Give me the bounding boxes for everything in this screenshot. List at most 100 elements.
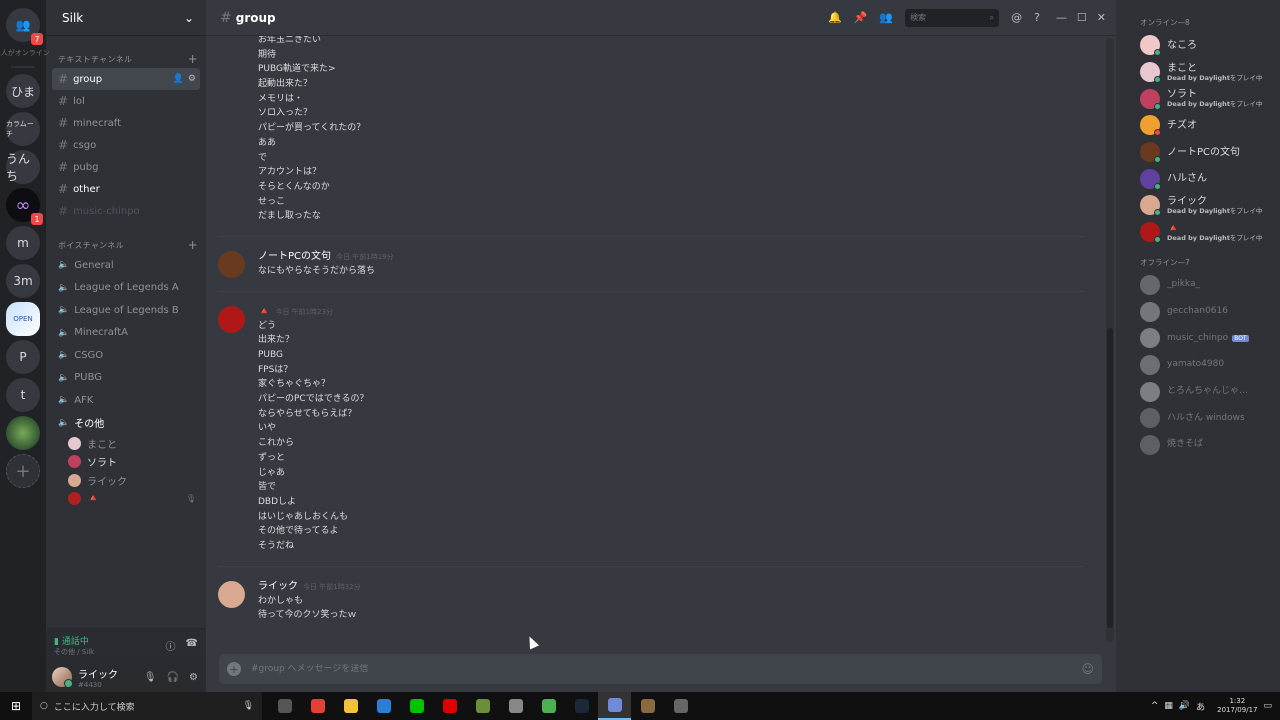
app-green-icon[interactable]	[532, 692, 565, 720]
pin-icon[interactable]: 📌	[854, 11, 868, 24]
member-item[interactable]: まこと Dead by Daylightをプレイ中	[1116, 59, 1280, 86]
taskbar-search[interactable]: ○ ここに入力して検索 🎙	[32, 692, 262, 720]
members-icon[interactable]: 👥	[879, 11, 893, 24]
voice-channel[interactable]: 🔈 PUBG	[52, 367, 200, 390]
member-item[interactable]: gecchan0616	[1116, 298, 1280, 325]
windows-start-icon[interactable]: ⊞	[0, 692, 32, 720]
member-item[interactable]: とろんちゃんじゃ…	[1116, 378, 1280, 405]
voice-user[interactable]: 🔺 🎙	[46, 490, 206, 509]
volume-icon[interactable]: 🔊	[1179, 701, 1190, 711]
server-icon[interactable]: t	[6, 378, 40, 412]
member-item[interactable]: ソラト Dead by Daylightをプレイ中	[1116, 85, 1280, 112]
voice-channel[interactable]: 🔈 その他	[52, 412, 200, 435]
voice-channel[interactable]: 🔈 League of Legends B	[52, 299, 200, 322]
chevron-down-icon[interactable]: ⌄	[184, 11, 194, 25]
search-input[interactable]: 検索 ⌕	[905, 8, 1000, 27]
member-item[interactable]: ハルさん	[1116, 165, 1280, 192]
voice-channel[interactable]: 🔈 General	[52, 254, 200, 277]
message-author[interactable]: 🔺 今日 午前1時23分	[258, 304, 1094, 319]
minecraft-icon[interactable]	[466, 692, 499, 720]
headphones-icon[interactable]: 🎧	[167, 672, 179, 683]
tray-chevron-icon[interactable]: ^	[1151, 701, 1159, 711]
info-icon[interactable]: ⓘ	[166, 638, 176, 653]
ime-indicator[interactable]: あ	[1196, 700, 1205, 713]
network-icon[interactable]: ▦	[1164, 701, 1173, 711]
server-icon[interactable]: ひま	[6, 74, 40, 108]
channel-csgo[interactable]: # csgo	[52, 134, 200, 156]
member-item[interactable]: music_chinpo BOT	[1116, 325, 1280, 352]
avatar[interactable]	[218, 580, 245, 608]
notification-icon[interactable]: ▭	[1263, 701, 1272, 711]
channel-other[interactable]: # other	[52, 178, 200, 200]
scrollbar[interactable]	[1106, 38, 1114, 642]
app-gray-icon[interactable]	[664, 692, 697, 720]
gear-icon[interactable]: ⚙	[188, 74, 196, 84]
message-input[interactable]	[251, 664, 1082, 674]
category-voice[interactable]: ボイスチャンネル +	[46, 236, 206, 254]
task-view-icon[interactable]	[268, 692, 301, 720]
avatar[interactable]	[52, 667, 73, 688]
channel-music-chinpo[interactable]: # music-chinpo	[52, 200, 200, 222]
server-icon[interactable]: カラムーチ	[6, 112, 40, 146]
emoji-icon[interactable]: ☺	[1081, 662, 1094, 676]
line-icon[interactable]	[400, 692, 433, 720]
message-author[interactable]: ノートPCの文句 今日 午前1時19分	[258, 249, 1094, 264]
voice-channel[interactable]: 🔈 CSGO	[52, 344, 200, 367]
maximize-icon[interactable]: ☐	[1077, 11, 1087, 24]
voice-channel[interactable]: 🔈 MinecraftA	[52, 322, 200, 345]
microphone-icon[interactable]: 🎙	[243, 701, 254, 711]
explorer-icon[interactable]	[334, 692, 367, 720]
server-icon[interactable]: m	[6, 226, 40, 260]
member-item[interactable]: なころ	[1116, 32, 1280, 59]
voice-channel[interactable]: 🔈 League of Legends A	[52, 277, 200, 300]
voice-state[interactable]: ▮ 通話中	[54, 634, 166, 647]
server-icon[interactable]: 3m	[6, 264, 40, 298]
scrollbar-thumb[interactable]	[1107, 328, 1113, 628]
server-icon[interactable]: OPEN	[6, 302, 40, 336]
avatar[interactable]	[218, 250, 245, 278]
member-item[interactable]: 🔺 Dead by Daylightをプレイ中	[1116, 219, 1280, 246]
discord-icon[interactable]	[598, 692, 631, 720]
app-diamond-icon[interactable]	[499, 692, 532, 720]
server-icon[interactable]: うんち	[6, 150, 40, 184]
minimize-icon[interactable]: —	[1056, 11, 1067, 24]
avatar[interactable]	[218, 305, 245, 333]
close-icon[interactable]: ✕	[1097, 11, 1106, 24]
channel-pubg[interactable]: # pubg	[52, 156, 200, 178]
clock[interactable]: 1:32 2017/09/17	[1217, 697, 1257, 715]
steam-icon[interactable]	[565, 692, 598, 720]
channel-group[interactable]: # group 👤 ⚙	[52, 68, 200, 90]
friends-home-button[interactable]: 👥 7	[6, 8, 43, 45]
add-channel-icon[interactable]: +	[188, 238, 198, 252]
member-item[interactable]: ハルさん windows	[1116, 405, 1280, 432]
add-server-button[interactable]: +	[6, 454, 40, 488]
invite-icon[interactable]: 👤	[173, 74, 184, 84]
member-item[interactable]: 焼きそば	[1116, 432, 1280, 459]
member-item[interactable]: ノートPCの文句	[1116, 139, 1280, 166]
app-brown-icon[interactable]	[631, 692, 664, 720]
server-icon[interactable]: ∞ 1	[6, 188, 43, 225]
voice-user[interactable]: ライック	[46, 471, 206, 490]
disconnect-icon[interactable]: ☎	[186, 638, 198, 653]
voice-channel[interactable]: 🔈 AFK	[52, 389, 200, 412]
help-icon[interactable]: ?	[1034, 11, 1040, 24]
server-icon[interactable]: P	[6, 340, 40, 374]
member-item[interactable]: ライック Dead by Daylightをプレイ中	[1116, 192, 1280, 219]
member-item[interactable]: yamato4980	[1116, 352, 1280, 379]
channel-minecraft[interactable]: # minecraft	[52, 112, 200, 134]
guild-header[interactable]: Silk ⌄	[46, 0, 206, 36]
chrome-icon[interactable]	[301, 692, 334, 720]
message-author[interactable]: ライック 今日 午前1時32分	[258, 579, 1094, 594]
member-item[interactable]: チズオ	[1116, 112, 1280, 139]
voice-user[interactable]: まこと	[46, 434, 206, 453]
channel-lol[interactable]: # lol	[52, 90, 200, 112]
add-channel-icon[interactable]: +	[188, 52, 198, 66]
category-text[interactable]: テキストチャンネル +	[46, 50, 206, 68]
member-item[interactable]: _pikka_	[1116, 272, 1280, 299]
mention-icon[interactable]: @	[1011, 11, 1022, 24]
recorder-icon[interactable]	[433, 692, 466, 720]
upload-icon[interactable]: +	[227, 662, 241, 676]
app-blue-icon[interactable]	[367, 692, 400, 720]
bell-icon[interactable]: 🔔	[828, 11, 842, 24]
microphone-icon[interactable]: 🎙	[144, 672, 157, 683]
